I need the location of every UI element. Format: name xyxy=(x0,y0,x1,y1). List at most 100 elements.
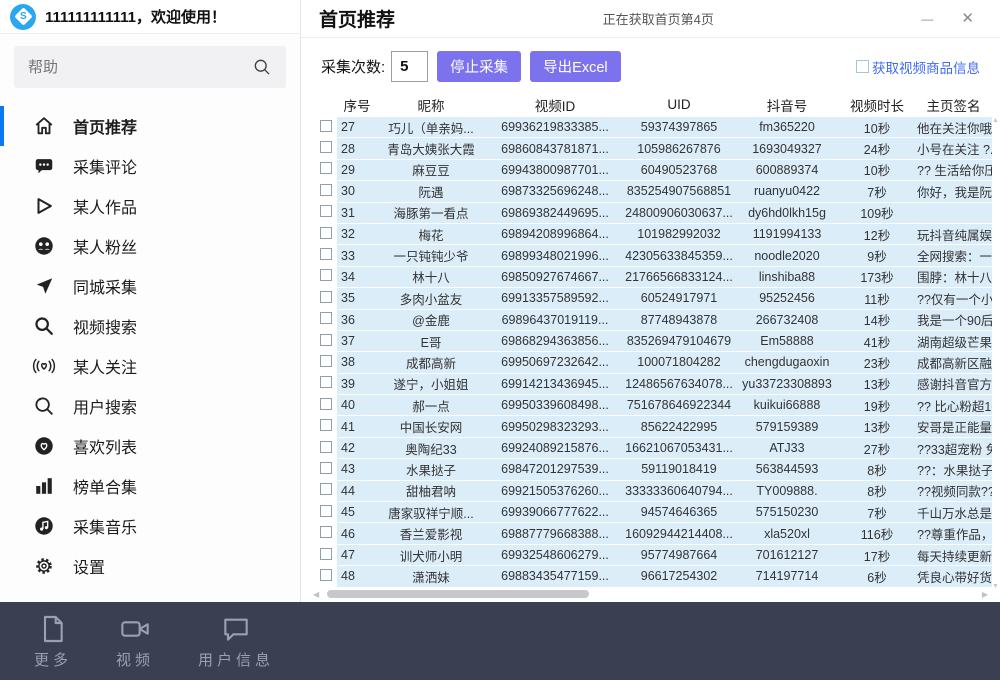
row-checkbox-cell xyxy=(309,569,339,584)
table-row[interactable]: 34林十八69850927674667...21766566833124...l… xyxy=(309,267,992,288)
search-input[interactable] xyxy=(28,59,252,76)
table-row[interactable]: 37E哥69868294363856...835269479104679Em58… xyxy=(309,331,992,352)
row-checkbox-cell xyxy=(309,141,339,156)
row-checkbox[interactable] xyxy=(320,548,332,560)
column-header[interactable]: 主页签名 xyxy=(915,95,992,115)
row-checkbox[interactable] xyxy=(320,312,332,324)
row-checkbox[interactable] xyxy=(320,120,332,132)
cell-signature: ?? 比心粉超10... xyxy=(915,396,992,415)
cell-nickname: 水果挞子 xyxy=(375,460,487,479)
cell-nickname: E哥 xyxy=(375,332,487,351)
table-row[interactable]: 27巧儿（单亲妈...69936219833385...59374397865f… xyxy=(309,117,992,138)
table-row[interactable]: 29麻豆豆69943800987701...604905237686008893… xyxy=(309,160,992,181)
row-checkbox-cell xyxy=(309,291,339,306)
row-checkbox[interactable] xyxy=(320,483,332,495)
table-row[interactable]: 32梅花69894208996864...1019829920321191994… xyxy=(309,224,992,245)
scroll-right-icon[interactable]: ▶ xyxy=(982,590,988,599)
horizontal-scroll-thumb[interactable] xyxy=(327,590,589,598)
export-excel-button[interactable]: 导出Excel xyxy=(530,51,620,82)
row-checkbox[interactable] xyxy=(320,184,332,196)
table-row[interactable]: 39遂宁，小姐姐69914213436945...12486567634078.… xyxy=(309,374,992,395)
table-row[interactable]: 45唐家驭祥宁顺...69939066777622...945746463655… xyxy=(309,502,992,523)
scroll-down-icon[interactable]: ▼ xyxy=(992,583,999,590)
table-row[interactable]: 28青岛大姨张大霞69860843781871...10598626787616… xyxy=(309,138,992,159)
sidebar-item-6[interactable]: 某人关注 xyxy=(0,346,300,386)
cell-douyin-id: linshiba88 xyxy=(735,270,839,284)
cell-video-id: 69873325696248... xyxy=(487,184,623,198)
sidebar-item-4[interactable]: 同城采集 xyxy=(0,266,300,306)
cell-douyin-id: 575150230 xyxy=(735,505,839,519)
cell-duration: 10秒 xyxy=(839,160,915,179)
row-checkbox[interactable] xyxy=(320,269,332,281)
collect-count-input[interactable] xyxy=(391,51,428,82)
row-checkbox[interactable] xyxy=(320,248,332,260)
table-row[interactable]: 30阮遇69873325696248...835254907568851ruan… xyxy=(309,181,992,202)
cell-douyin-id: TY009888. xyxy=(735,484,839,498)
row-checkbox-cell xyxy=(309,462,339,477)
sidebar-item-5[interactable]: 视频搜索 xyxy=(0,306,300,346)
column-header[interactable]: UID xyxy=(623,97,735,112)
horizontal-scrollbar[interactable]: ◀ ▶ xyxy=(311,588,990,600)
table-row[interactable]: 48潇洒妹69883435477159...966172543027141977… xyxy=(309,566,992,587)
column-header[interactable]: 抖音号 xyxy=(735,95,839,115)
help-search-box[interactable] xyxy=(14,46,286,88)
row-checkbox[interactable] xyxy=(320,398,332,410)
goods-info-checkbox-group[interactable]: 获取视频商品信息 xyxy=(856,57,980,77)
table-row[interactable]: 41中国长安网69950298323293...8562242299557915… xyxy=(309,416,992,437)
row-checkbox[interactable] xyxy=(320,526,332,538)
cell-uid: 100071804282 xyxy=(623,355,735,369)
table-row[interactable]: 36@金鹿69896437019119...877489438782667324… xyxy=(309,310,992,331)
table-row[interactable]: 47训犬师小明69932548606279...9577498766470161… xyxy=(309,545,992,566)
sidebar-item-settings[interactable]: 设置 xyxy=(0,546,300,586)
table-row[interactable]: 35多肉小盆友69913357589592...6052491797195252… xyxy=(309,288,992,309)
search-icon[interactable] xyxy=(252,57,272,77)
column-header[interactable]: 昵称 xyxy=(375,95,487,115)
sidebar-item-1[interactable]: 采集评论 xyxy=(0,146,300,186)
cell-douyin-id: 1693049327 xyxy=(735,142,839,156)
sidebar-item-label: 用户搜索 xyxy=(73,394,137,418)
row-checkbox[interactable] xyxy=(320,162,332,174)
row-checkbox[interactable] xyxy=(320,569,332,581)
sidebar-item-9[interactable]: 榜单合集 xyxy=(0,466,300,506)
row-checkbox[interactable] xyxy=(320,205,332,217)
scroll-left-icon[interactable]: ◀ xyxy=(313,590,319,599)
close-button[interactable]: ✕ xyxy=(961,11,974,26)
table-row[interactable]: 40郝一点69950339608498...751678646922344kui… xyxy=(309,395,992,416)
column-header[interactable]: 视频ID xyxy=(487,95,623,115)
sidebar-item-8[interactable]: 喜欢列表 xyxy=(0,426,300,466)
bottombar-item-0[interactable]: 更多 xyxy=(34,613,72,670)
scroll-up-icon[interactable]: ▲ xyxy=(992,117,999,124)
row-checkbox[interactable] xyxy=(320,505,332,517)
row-checkbox[interactable] xyxy=(320,141,332,153)
row-checkbox[interactable] xyxy=(320,462,332,474)
sidebar-item-0[interactable]: 首页推荐 xyxy=(0,106,300,146)
sidebar-item-2[interactable]: 某人作品 xyxy=(0,186,300,226)
bottombar-item-1[interactable]: 视频 xyxy=(116,613,154,670)
table-row[interactable]: 44甜柚君呐69921505376260...33333360640794...… xyxy=(309,481,992,502)
stop-collect-button[interactable]: 停止采集 xyxy=(437,51,521,82)
cell-uid: 59119018419 xyxy=(623,462,735,476)
table-row[interactable]: 33一只钝钝少爷69899348021996...42305633845359.… xyxy=(309,245,992,266)
row-checkbox[interactable] xyxy=(320,441,332,453)
table-row[interactable]: 38成都高新69950697232642...100071804282cheng… xyxy=(309,352,992,373)
table-row[interactable]: 42奥陶纪3369924089215876...16621067053431..… xyxy=(309,438,992,459)
table-row[interactable]: 31海豚第一看点69869382449695...24800906030637.… xyxy=(309,203,992,224)
column-header[interactable]: 序号 xyxy=(339,95,375,115)
row-checkbox[interactable] xyxy=(320,334,332,346)
goods-info-checkbox[interactable] xyxy=(856,60,869,73)
sidebar-item-3[interactable]: 某人粉丝 xyxy=(0,226,300,266)
table-row[interactable]: 46香兰爱影视69887779668388...16092944214408..… xyxy=(309,523,992,544)
bottombar-item-2[interactable]: 用户信息 xyxy=(198,613,274,670)
table-row[interactable]: 43水果挞子69847201297539...59119018419563844… xyxy=(309,459,992,480)
minimize-button[interactable]: — xyxy=(921,13,933,25)
row-checkbox[interactable] xyxy=(320,291,332,303)
cell-video-id: 69850927674667... xyxy=(487,270,623,284)
row-checkbox[interactable] xyxy=(320,376,332,388)
row-checkbox[interactable] xyxy=(320,419,332,431)
sidebar-item-10[interactable]: 采集音乐 xyxy=(0,506,300,546)
sidebar-item-7[interactable]: 用户搜索 xyxy=(0,386,300,426)
row-checkbox[interactable] xyxy=(320,355,332,367)
row-checkbox[interactable] xyxy=(320,227,332,239)
vertical-scrollbar[interactable]: ▲ ▼ xyxy=(991,117,1000,590)
column-header[interactable]: 视频时长 xyxy=(839,95,915,115)
